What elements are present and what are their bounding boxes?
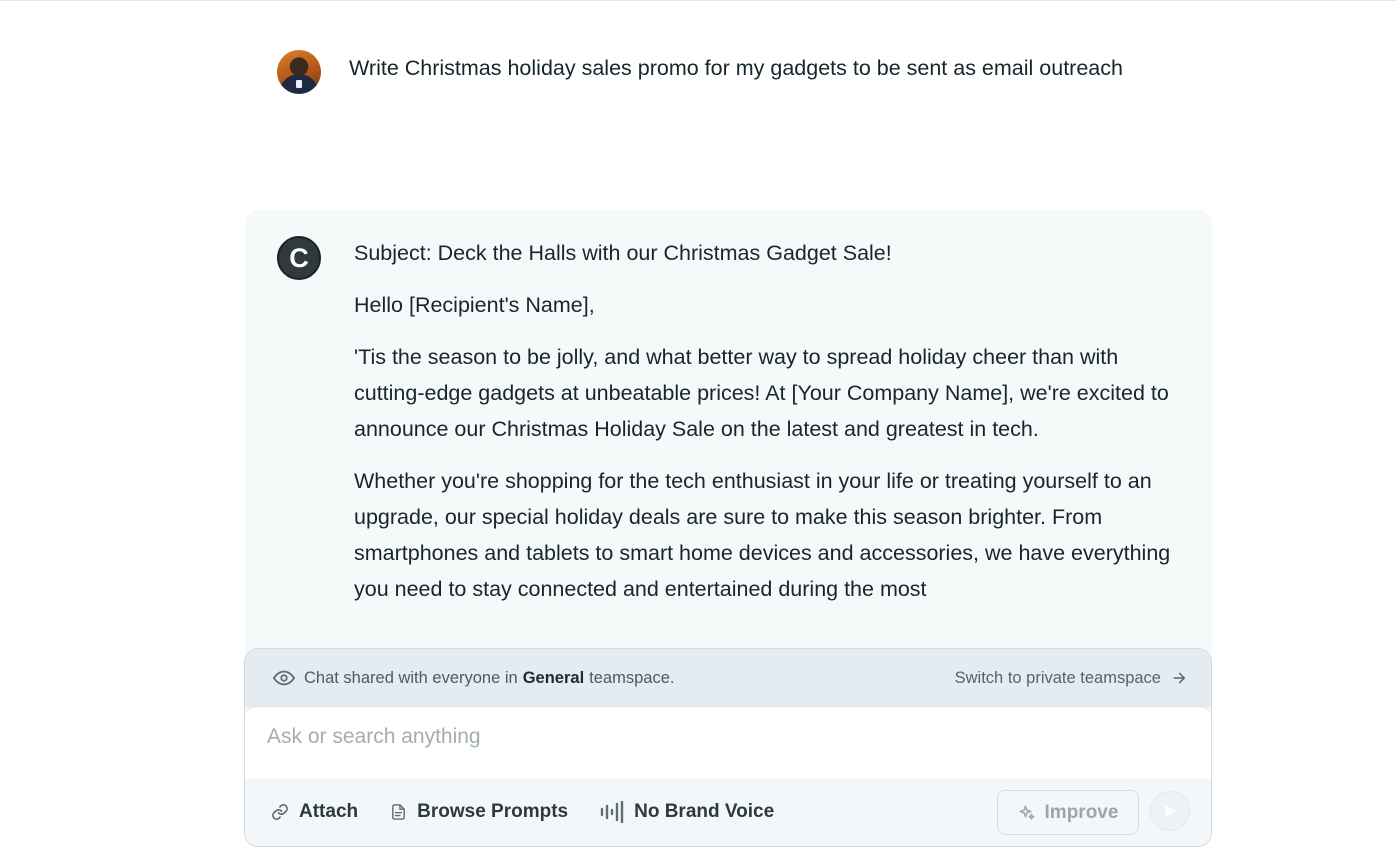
sparkle-icon (1019, 805, 1035, 820)
switch-private-teamspace-link[interactable]: Switch to private teamspace (955, 669, 1187, 688)
arrow-right-icon (1173, 672, 1186, 684)
email-paragraph: 'Tis the season to be jolly, and what be… (354, 345, 1169, 441)
improve-label: Improve (1044, 801, 1119, 823)
share-notice-bar: Chat shared with everyone in General tea… (245, 649, 1211, 707)
chat-input-area (245, 706, 1211, 778)
user-message-text: Write Christmas holiday sales promo for … (349, 56, 1123, 80)
brand-voice-label: No Brand Voice (634, 801, 775, 822)
attach-button[interactable]: Attach (271, 801, 358, 823)
assistant-avatar: C (277, 236, 321, 280)
user-message: Write Christmas holiday sales promo for … (277, 50, 1157, 94)
browse-prompts-label: Browse Prompts (417, 801, 569, 822)
browse-prompts-button[interactable]: Browse Prompts (390, 801, 568, 823)
switch-private-teamspace-label: Switch to private teamspace (954, 668, 1161, 687)
email-greeting: Hello [Recipient's Name], (354, 293, 595, 317)
voice-waveform-icon (600, 801, 624, 823)
eye-icon (273, 670, 295, 686)
assistant-message: C Subject: Deck the Halls with our Chris… (245, 210, 1212, 680)
link-icon (272, 804, 288, 820)
document-icon (392, 804, 405, 820)
share-notice-prefix: Chat shared with everyone in (304, 668, 518, 687)
top-divider (0, 0, 1397, 1)
attach-label: Attach (299, 801, 359, 822)
assistant-message-content: Subject: Deck the Halls with our Christm… (354, 235, 1184, 623)
send-icon (1165, 805, 1176, 817)
composer-toolbar: Attach Browse Prompts No Brand Voice Imp… (245, 778, 1211, 846)
share-notice-suffix: teamspace. (589, 668, 675, 687)
chat-composer: Chat shared with everyone in General tea… (244, 648, 1212, 847)
improve-button[interactable]: Improve (997, 790, 1139, 835)
email-paragraph: Whether you're shopping for the tech ent… (354, 469, 1171, 601)
brand-voice-button[interactable]: No Brand Voice (600, 801, 774, 823)
share-notice: Chat shared with everyone in General tea… (273, 667, 674, 689)
user-avatar (277, 50, 321, 94)
teamspace-name: General (522, 668, 585, 687)
email-subject: Subject: Deck the Halls with our Christm… (354, 241, 892, 265)
send-button[interactable] (1150, 791, 1190, 831)
chat-input[interactable] (267, 721, 1167, 753)
